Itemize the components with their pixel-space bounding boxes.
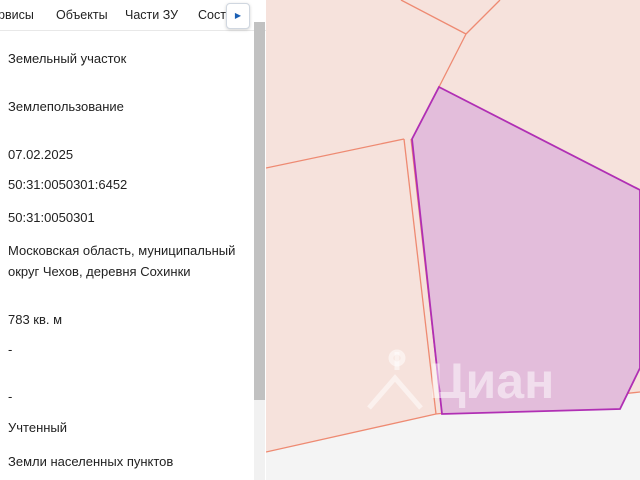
- panel-scrollbar[interactable]: [254, 22, 265, 480]
- address-value: Московская область, муниципальный округ …: [8, 243, 236, 279]
- watermark: Циан: [363, 346, 583, 426]
- cadastral-map[interactable]: Циан: [266, 0, 640, 480]
- tab-services[interactable]: рвисы: [0, 8, 34, 22]
- watermark-text: Циан: [429, 353, 555, 409]
- tab-objects[interactable]: Объекты: [56, 8, 108, 22]
- empty-value-2: -: [8, 389, 13, 404]
- area-value: 783 кв. м: [8, 312, 63, 327]
- scrollbar-thumb[interactable]: [254, 22, 265, 400]
- land-category-value: Земли населенных пунктов: [8, 454, 174, 469]
- cadastral-block-value: 50:31:0050301: [8, 210, 95, 225]
- object-kind-value: Землепользование: [8, 99, 124, 114]
- empty-value-1: -: [8, 342, 13, 357]
- cadastral-number-value: 50:31:0050301:6452: [8, 177, 128, 192]
- registration-date-value: 07.02.2025: [8, 147, 74, 162]
- info-panel: рвисы Объекты Части ЗУ Соста ▶ Земельный…: [0, 0, 266, 480]
- tab-bar: рвисы Объекты Части ЗУ Соста ▶: [0, 0, 266, 31]
- object-type-value: Земельный участок: [8, 51, 127, 66]
- tabs-next-button[interactable]: ▶: [226, 3, 250, 29]
- chevron-right-icon: ▶: [234, 11, 242, 20]
- tab-parcel-parts[interactable]: Части ЗУ: [125, 8, 178, 22]
- status-value: Учтенный: [8, 420, 68, 435]
